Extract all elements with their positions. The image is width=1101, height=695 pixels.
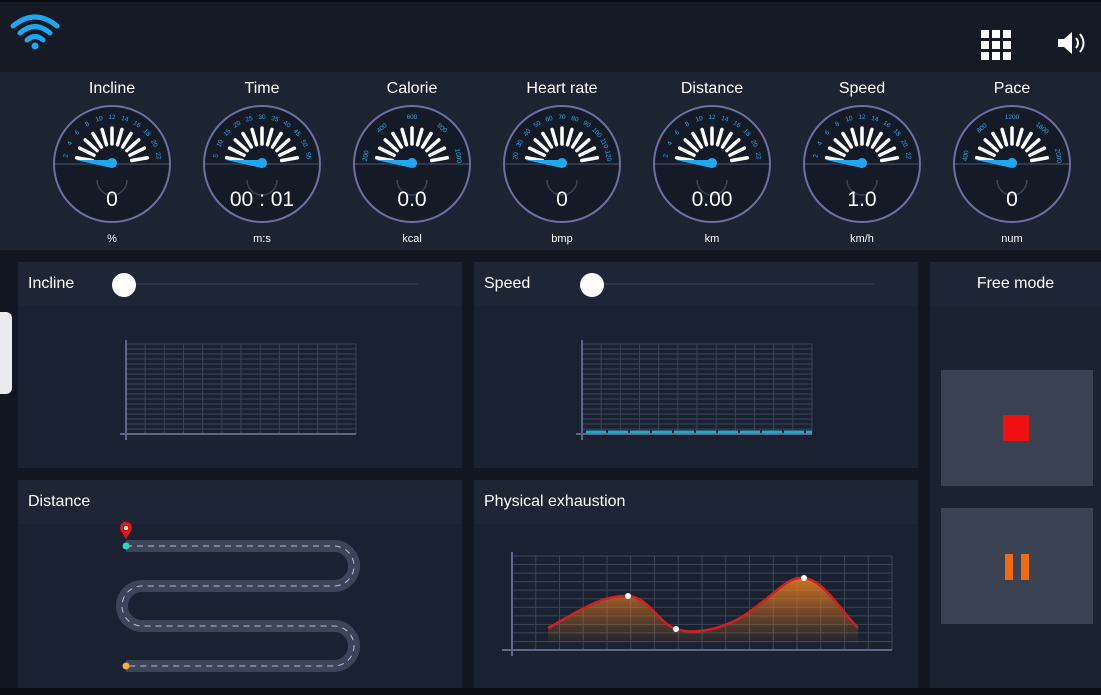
bottom-edge — [0, 688, 1101, 695]
gauge-label: Pace — [993, 80, 1031, 97]
gauge-unit: km — [704, 233, 720, 245]
speed-slider-track[interactable] — [592, 283, 874, 285]
gauge-label: Speed — [838, 80, 886, 97]
gauge-value: 0.0 — [397, 188, 427, 211]
gauge-label: Heart rate — [526, 80, 598, 97]
gauge-label: Time — [244, 80, 280, 97]
gauge-value: 0 — [106, 188, 118, 211]
incline-chart — [120, 340, 357, 440]
exhaustion-chart — [502, 552, 893, 656]
gauge-unit: kcal — [402, 233, 422, 245]
dial-tick-label: 12 — [708, 114, 716, 121]
dial-tick-label: 1200 — [1005, 114, 1020, 121]
dial-tick-label: 30 — [258, 114, 266, 121]
gauge-distance: Distance 2 4 6 8 10 12 14 16 18 20 22 0.00 km — [647, 72, 777, 250]
gauge-unit: km/h — [850, 233, 874, 245]
pause-button[interactable] — [941, 508, 1093, 624]
curve-point — [673, 626, 679, 632]
incline-slider-track[interactable] — [122, 283, 418, 285]
panel-title: Incline — [28, 275, 75, 292]
side-drawer-handle[interactable] — [0, 312, 12, 394]
location-pin-icon — [120, 521, 132, 539]
mode-label: Free mode — [976, 275, 1055, 292]
dial-tick-label: 70 — [558, 114, 566, 121]
stop-button[interactable] — [941, 370, 1093, 486]
incline-slider-handle[interactable] — [112, 273, 136, 297]
gauge-pace: Pace 400 800 1200 1600 2000 0 num — [947, 72, 1077, 250]
speaker-icon[interactable] — [1056, 30, 1090, 56]
gauge-value: 00 : 01 — [229, 188, 295, 211]
gauge-time: Time 5 10 15 20 25 30 35 40 45 50 55 00 : 01 m:s — [197, 72, 327, 250]
gauge-calorie: Calorie 200 400 600 800 1000 0.0 kcal — [347, 72, 477, 250]
gauge-unit: bmp — [551, 233, 573, 245]
exhaustion-area — [548, 577, 858, 645]
gauge-value: 0 — [556, 188, 568, 211]
mode-header: Free mode — [930, 262, 1101, 306]
speed-chart — [576, 340, 813, 440]
speed-panel: Speed — [474, 262, 918, 468]
distance-panel: Distance — [18, 480, 462, 688]
gauge-heart-rate: Heart rate 20 30 40 50 60 70 80 90 100 110 120 0 b… — [497, 72, 627, 250]
stop-icon — [1003, 415, 1029, 441]
gauge-label: Calorie — [386, 80, 438, 97]
gauge-strip: Incline 2 4 6 8 10 12 14 16 18 20 22 0 % Time 5 10 1… — [0, 72, 1101, 250]
speed-slider-handle[interactable] — [580, 273, 604, 297]
panel-header: Speed — [474, 262, 918, 306]
top-bar — [0, 0, 1101, 74]
start-point — [122, 542, 130, 550]
gauge-value: 0.00 — [691, 188, 733, 211]
control-column: Free mode — [930, 262, 1101, 688]
distance-track — [116, 521, 360, 672]
dial-tick-label: 12 — [858, 114, 866, 121]
dial-tick-label: 600 — [407, 114, 418, 121]
gauge-speed: Speed 2 4 6 8 10 12 14 16 18 20 22 1.0 km/h — [797, 72, 927, 250]
gauge-value: 0 — [1006, 188, 1018, 211]
gauge-label: Incline — [88, 80, 136, 97]
gauge-unit: % — [107, 233, 117, 245]
exhaustion-panel: Physical exhaustion — [474, 480, 918, 688]
gauge-incline: Incline 2 4 6 8 10 12 14 16 18 20 22 0 % — [47, 72, 177, 250]
gauge-label: Distance — [680, 80, 744, 97]
end-point — [122, 662, 130, 670]
dial-tick-label: 12 — [108, 114, 116, 121]
panel-title: Speed — [484, 275, 531, 292]
curve-point — [801, 575, 807, 581]
grid-icon[interactable] — [980, 29, 1012, 61]
gauge-value: 1.0 — [847, 188, 877, 211]
panel-header: Incline — [18, 262, 462, 306]
curve-point — [625, 593, 631, 599]
incline-panel: Incline — [18, 262, 462, 468]
gauge-unit: num — [1001, 233, 1023, 245]
wifi-icon[interactable] — [10, 12, 60, 52]
gauge-unit: m:s — [253, 233, 271, 245]
